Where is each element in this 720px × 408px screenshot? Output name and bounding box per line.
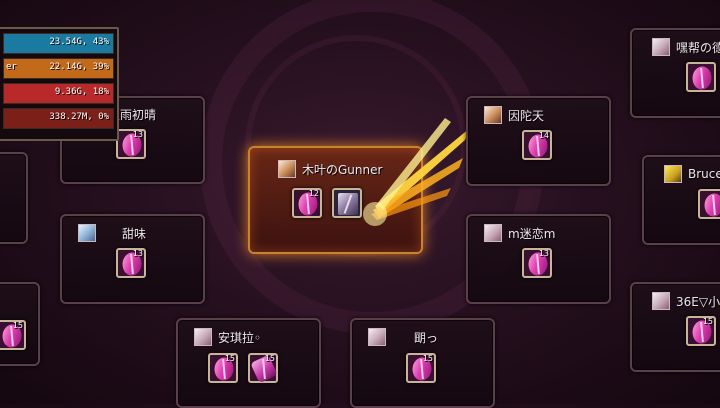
damage-stats-overlay: 23.54G, 43% er 22.14G, 39% 9.36G, 18% 338… bbox=[0, 27, 119, 141]
player-name: Bruce bbox=[688, 167, 720, 181]
avatar bbox=[278, 160, 296, 178]
item-slot[interactable]: 15 bbox=[406, 353, 436, 384]
avatar bbox=[368, 328, 386, 346]
item-slot[interactable] bbox=[686, 62, 716, 93]
player-name: m迷恋m bbox=[508, 226, 556, 241]
player-name: 甜味 bbox=[122, 226, 147, 241]
item-slot[interactable]: 12 bbox=[292, 188, 322, 219]
player-name: 安琪拉◦ bbox=[218, 330, 262, 345]
stat-bar: er 22.14G, 39% bbox=[3, 58, 114, 79]
avatar bbox=[484, 106, 502, 124]
card-slot[interactable] bbox=[332, 188, 362, 218]
item-slot[interactable]: 15 bbox=[248, 353, 278, 384]
player-panel-heibang[interactable]: 嘿帮の德 bbox=[630, 28, 720, 118]
player-panel-left-edge-1[interactable] bbox=[0, 152, 28, 244]
avatar bbox=[652, 292, 670, 310]
player-panel-left-edge-2[interactable]: 15 bbox=[0, 282, 40, 366]
stat-bar: 9.36G, 18% bbox=[3, 83, 114, 104]
player-panel-tianwei[interactable]: 甜味 13 bbox=[60, 214, 205, 304]
item-slot[interactable]: 13 bbox=[522, 248, 552, 279]
player-panel-ming[interactable]: 朙っ 15 bbox=[350, 318, 495, 408]
player-name: 木叶のGunner bbox=[302, 162, 383, 177]
player-name: 朙っ bbox=[414, 330, 439, 345]
player-panel-anqila[interactable]: 安琪拉◦ 15 15 bbox=[176, 318, 321, 408]
item-slot[interactable] bbox=[698, 189, 720, 220]
item-slot[interactable]: 15 bbox=[0, 320, 26, 351]
stat-bar: 23.54G, 43% bbox=[3, 33, 114, 54]
item-slot[interactable]: 13 bbox=[116, 248, 146, 279]
player-panel-36e[interactable]: 36E▽小 15 bbox=[630, 282, 720, 372]
avatar bbox=[78, 224, 96, 242]
item-slot[interactable]: 15 bbox=[686, 316, 716, 347]
player-panel-muye-gunner[interactable]: 木叶のGunner 12 bbox=[248, 146, 423, 254]
item-slot[interactable]: 15 bbox=[208, 353, 238, 384]
avatar bbox=[664, 165, 682, 183]
player-name: 因陀天 bbox=[508, 108, 545, 123]
player-panel-milian[interactable]: m迷恋m 13 bbox=[466, 214, 611, 304]
player-panel-yintuotian[interactable]: 因陀天 14 bbox=[466, 96, 611, 186]
avatar bbox=[484, 224, 502, 242]
player-panel-bruce[interactable]: Bruce bbox=[642, 155, 720, 245]
stat-bar: 338.27M, 0% bbox=[3, 108, 114, 129]
player-name: 嘿帮の德 bbox=[676, 40, 720, 55]
item-slot[interactable]: 14 bbox=[522, 130, 552, 161]
item-slot[interactable]: 13 bbox=[116, 129, 146, 160]
avatar bbox=[194, 328, 212, 346]
player-name: 36E▽小 bbox=[676, 294, 720, 309]
avatar bbox=[652, 38, 670, 56]
